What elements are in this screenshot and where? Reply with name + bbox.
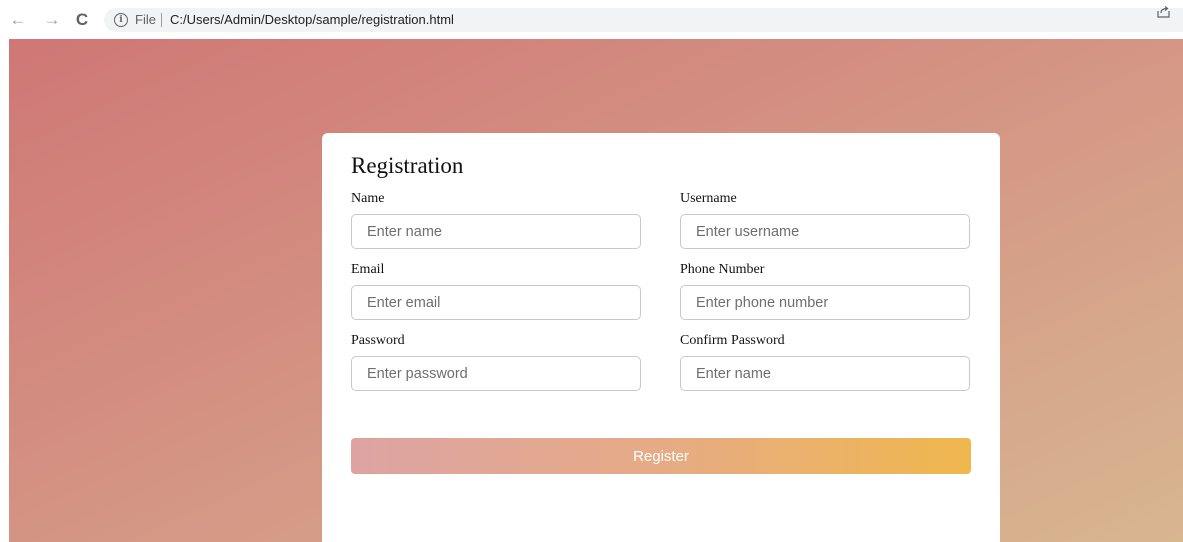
username-input[interactable] <box>680 214 970 249</box>
confirm-password-field-group: Confirm Password <box>680 332 970 391</box>
page-left-edge <box>0 39 9 542</box>
username-field-group: Username <box>680 190 970 249</box>
name-label: Name <box>351 191 385 206</box>
email-label: Email <box>351 262 385 277</box>
password-field-group: Password <box>351 332 641 391</box>
address-bar[interactable]: i File C:/Users/Admin/Desktop/sample/reg… <box>104 8 1183 32</box>
register-button[interactable]: Register <box>351 438 971 474</box>
password-input[interactable] <box>351 356 641 391</box>
name-field-group: Name <box>351 190 641 249</box>
share-icon[interactable] <box>1157 6 1171 18</box>
name-input[interactable] <box>351 214 641 249</box>
password-label: Password <box>351 333 405 348</box>
url-text[interactable]: C:/Users/Admin/Desktop/sample/registrati… <box>170 8 454 32</box>
email-input[interactable] <box>351 285 641 320</box>
file-scheme-label: File <box>135 12 156 27</box>
address-separator <box>161 13 162 27</box>
page-background: Registration Name Username Email Phone N… <box>9 39 1183 542</box>
confirm-password-input[interactable] <box>680 356 970 391</box>
registration-card: Registration Name Username Email Phone N… <box>322 133 1000 542</box>
phone-label: Phone Number <box>680 262 765 277</box>
browser-toolbar: ← → C i File C:/Users/Admin/Desktop/samp… <box>0 0 1183 42</box>
forward-arrow-icon[interactable]: → <box>42 10 62 30</box>
reload-icon[interactable]: C <box>72 10 92 30</box>
form-title: Registration <box>351 153 464 178</box>
back-arrow-icon[interactable]: ← <box>8 10 28 30</box>
phone-field-group: Phone Number <box>680 261 970 320</box>
phone-input[interactable] <box>680 285 970 320</box>
confirm-password-label: Confirm Password <box>680 333 785 348</box>
info-icon[interactable]: i <box>114 13 128 27</box>
email-field-group: Email <box>351 261 641 320</box>
username-label: Username <box>680 191 737 206</box>
